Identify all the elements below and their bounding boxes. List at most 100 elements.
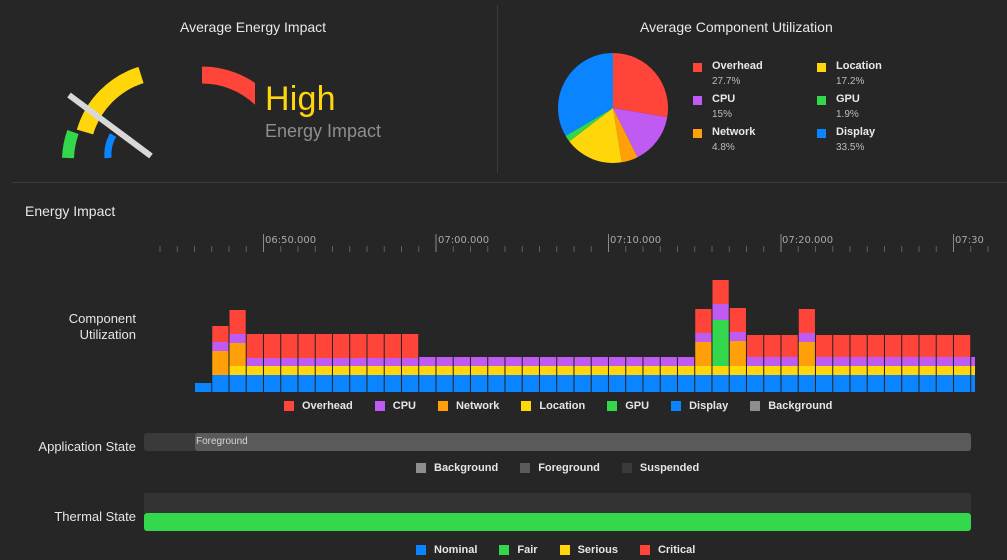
bar-25-cpu — [626, 357, 643, 366]
tick-label-0720: 07:20.000 — [782, 235, 834, 246]
bar-6-overhead — [298, 334, 315, 358]
energy-impact-title: Average Energy Impact — [180, 19, 327, 35]
bar-5-cpu — [281, 358, 298, 366]
bar-2-display — [229, 375, 246, 392]
app-foreground-swatch — [520, 463, 531, 473]
bar-3-overhead — [246, 334, 263, 358]
bar-7-location — [315, 366, 332, 375]
application-state-label: Application State — [38, 439, 136, 454]
bar-21-display — [557, 375, 574, 392]
bar-45-cpu — [971, 357, 975, 366]
bar-22-cpu — [574, 357, 591, 366]
bar-33-overhead — [764, 335, 781, 357]
bar-39-display — [867, 375, 884, 392]
bar-32-overhead — [747, 335, 764, 357]
legend-item-cpu: CPU — [374, 400, 416, 412]
bar-14-cpu — [436, 357, 453, 366]
bar-2-cpu — [229, 334, 246, 343]
bar-39-overhead — [867, 335, 884, 357]
top-divider-vertical — [497, 5, 498, 173]
legend-network: Network 4.8% — [693, 126, 813, 162]
legend-item-display: Display — [671, 400, 728, 412]
bar-29-display — [695, 375, 712, 392]
legend-overhead-value: 27.7% — [712, 76, 741, 87]
tick-label-0650: 06:50.000 — [265, 235, 317, 246]
app-suspended-swatch — [621, 463, 632, 473]
bar-29-network — [695, 342, 712, 366]
bar-35-cpu — [798, 333, 815, 342]
legend-item-network: Network — [437, 400, 500, 412]
legend-label-overhead: Overhead — [302, 400, 353, 412]
legend-display: Display 33.5% — [817, 126, 937, 162]
bar-14-display — [436, 375, 453, 392]
bar-45-display — [971, 375, 975, 392]
legend-cpu-name: CPU — [712, 93, 736, 105]
bar-31-network — [729, 341, 746, 366]
bar-43-location — [936, 366, 953, 375]
bar-43-display — [936, 375, 953, 392]
bar-17-display — [488, 375, 505, 392]
overhead-swatch — [693, 63, 702, 72]
thermal-fair-segment[interactable] — [144, 513, 971, 531]
bar-18-cpu — [505, 357, 522, 366]
bar-4-display — [264, 375, 281, 392]
bar-28-location — [678, 366, 695, 375]
gauge-yellow-segment — [76, 66, 144, 135]
legend-label-location: Location — [539, 400, 586, 412]
bar-24-cpu — [609, 357, 626, 366]
section-divider — [12, 182, 1007, 183]
bar-21-location — [557, 366, 574, 375]
component-utilization-chart[interactable] — [195, 270, 975, 394]
legend-location: Location 17.2% — [817, 60, 937, 96]
legend-label-network: Network — [455, 400, 500, 412]
legend-network-value: 4.8% — [712, 142, 735, 153]
bar-11-overhead — [384, 334, 401, 358]
bar-5-display — [281, 375, 298, 392]
bar-2-location — [229, 366, 246, 375]
bar-12-location — [402, 366, 419, 375]
tick-label-0730: 07:30 — [955, 235, 984, 246]
energy-impact-caption: Energy Impact — [265, 121, 382, 141]
bar-38-overhead — [850, 335, 867, 357]
bar-7-overhead — [315, 334, 332, 358]
bar-42-location — [919, 366, 936, 375]
bar-37-cpu — [833, 357, 850, 366]
fair-swatch — [499, 545, 510, 555]
tick-label-0700: 07:00.000 — [438, 235, 490, 246]
bar-41-overhead — [902, 335, 919, 357]
legend-label-background: Background — [768, 400, 833, 412]
legend-overhead-name: Overhead — [712, 60, 763, 72]
bar-10-display — [367, 375, 384, 392]
bar-42-cpu — [919, 357, 936, 366]
bar-10-location — [367, 366, 384, 375]
bar-38-display — [850, 375, 867, 392]
bar-41-location — [902, 366, 919, 375]
bar-36-location — [816, 366, 833, 375]
bar-35-overhead — [798, 309, 815, 333]
legend-item-overhead: Overhead — [284, 400, 353, 412]
legend-item-app-background: Background — [416, 462, 498, 474]
bar-34-display — [781, 375, 798, 392]
legend-item-nominal: Nominal — [416, 544, 477, 556]
bar-36-display — [816, 375, 833, 392]
legend-label-app-foreground: Foreground — [538, 462, 600, 474]
bar-1-cpu — [212, 342, 229, 351]
bar-34-cpu — [781, 357, 798, 366]
legend-label-display: Display — [689, 400, 729, 412]
cpu-swatch — [693, 96, 702, 105]
bar-26-display — [643, 375, 660, 392]
bar-29-cpu — [695, 333, 712, 342]
legend-item-serious: Serious — [559, 544, 618, 556]
thermal-state-label: Thermal State — [54, 509, 136, 524]
bar-1-overhead — [212, 326, 229, 342]
serious-swatch — [559, 545, 570, 555]
foreground-segment[interactable]: Foreground — [195, 433, 971, 451]
bar-32-cpu — [747, 357, 764, 366]
bar-9-cpu — [350, 358, 367, 366]
bar-41-cpu — [902, 357, 919, 366]
bar-38-location — [850, 366, 867, 375]
bar-20-location — [540, 366, 557, 375]
bar-37-display — [833, 375, 850, 392]
bar-2-overhead — [229, 310, 246, 334]
bar-28-display — [678, 375, 695, 392]
